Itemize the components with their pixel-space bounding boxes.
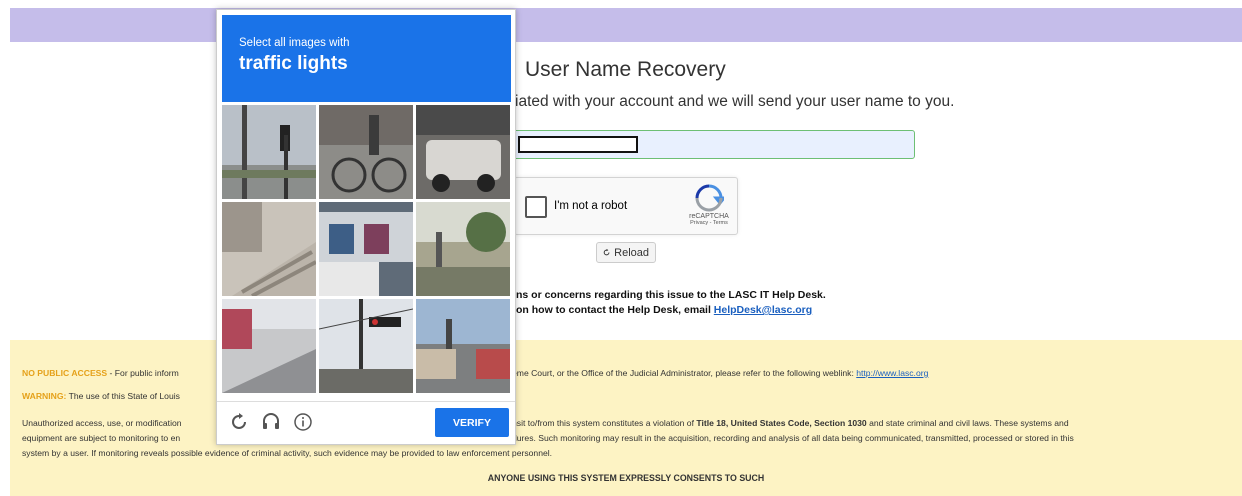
- email-field[interactable]: [513, 130, 915, 159]
- para-line-2b: dures. Such monitoring may result in the…: [512, 433, 1074, 443]
- lasc-weblink[interactable]: http://www.lasc.org: [856, 368, 928, 378]
- para-b: nsit to/from this system constitutes a v…: [512, 418, 697, 428]
- reload-challenge-icon[interactable]: [229, 412, 249, 432]
- challenge-tile[interactable]: [319, 202, 413, 296]
- recaptcha-logo: reCAPTCHA Privacy - Terms: [685, 184, 733, 226]
- redacted-value: [518, 136, 638, 153]
- challenge-tile[interactable]: [416, 105, 510, 199]
- no-public-access-text: - For public inform: [107, 368, 179, 378]
- para-line-2a: equipment are subject to monitoring to e…: [22, 433, 181, 443]
- para-line-1a: Unauthorized access, use, or modificatio…: [22, 418, 182, 428]
- challenge-header: Select all images with traffic lights: [222, 15, 511, 102]
- challenge-tile[interactable]: [319, 105, 413, 199]
- recaptcha-icon: [695, 184, 724, 212]
- no-public-access-text2: eme Court, or the Office of the Judicial…: [512, 368, 857, 378]
- captcha-challenge: Select all images with traffic lights VE…: [216, 9, 516, 445]
- challenge-prompt-small: Select all images with: [239, 37, 350, 49]
- reload-icon: [603, 248, 610, 256]
- legal-footer: NO PUBLIC ACCESS - For public inform eme…: [10, 340, 1242, 496]
- audio-icon[interactable]: [261, 412, 281, 432]
- reload-button[interactable]: Reload: [596, 242, 656, 263]
- consent-text: ANYONE USING THIS SYSTEM EXPRESSLY CONSE…: [487, 473, 765, 483]
- challenge-tile[interactable]: [319, 299, 413, 393]
- helpdesk-email-link[interactable]: HelpDesk@lasc.org: [714, 304, 812, 316]
- help-text-1: ns or concerns regarding this issue to t…: [516, 289, 826, 301]
- challenge-tile[interactable]: [416, 299, 510, 393]
- page-title: User Name Recovery: [525, 58, 726, 81]
- reload-label: Reload: [614, 246, 649, 259]
- no-public-access-line: NO PUBLIC ACCESS - For public inform: [22, 368, 179, 378]
- challenge-tile[interactable]: [222, 105, 316, 199]
- warning-label: WARNING:: [22, 391, 67, 401]
- challenge-tile[interactable]: [222, 202, 316, 296]
- no-public-access-label: NO PUBLIC ACCESS: [22, 368, 108, 378]
- challenge-prompt-big: traffic lights: [239, 53, 348, 74]
- recaptcha-checkbox[interactable]: [525, 196, 547, 218]
- para-line-3: system by a user. If monitoring reveals …: [22, 448, 553, 458]
- info-icon[interactable]: [293, 412, 313, 432]
- para-bold: Title 18, United States Code, Section 10…: [696, 418, 867, 428]
- warning-text: The use of this State of Louis: [66, 391, 180, 401]
- challenge-image-grid: [222, 105, 511, 397]
- warning-line: WARNING: The use of this State of Louis: [22, 391, 180, 401]
- challenge-tile[interactable]: [416, 202, 510, 296]
- recaptcha-links[interactable]: Privacy - Terms: [685, 220, 733, 226]
- para-line-1b: nsit to/from this system constitutes a v…: [512, 418, 1069, 428]
- para-c: and state criminal and civil laws. These…: [866, 418, 1069, 428]
- recaptcha-label: I'm not a robot: [554, 200, 628, 212]
- no-public-access-line-2: eme Court, or the Office of the Judicial…: [512, 368, 928, 378]
- top-banner: [10, 8, 1242, 42]
- help-text-2-prefix: on how to contact the Help Desk, email: [516, 304, 714, 316]
- verify-button[interactable]: VERIFY: [435, 408, 509, 437]
- recaptcha-brand: reCAPTCHA: [689, 213, 729, 220]
- recaptcha-widget: I'm not a robot reCAPTCHA Privacy - Term…: [514, 177, 738, 235]
- instructions-text: iated with your account and we will send…: [515, 93, 955, 110]
- help-text-2: on how to contact the Help Desk, email H…: [516, 304, 812, 316]
- challenge-footer: VERIFY: [217, 401, 515, 445]
- challenge-tile[interactable]: [222, 299, 316, 393]
